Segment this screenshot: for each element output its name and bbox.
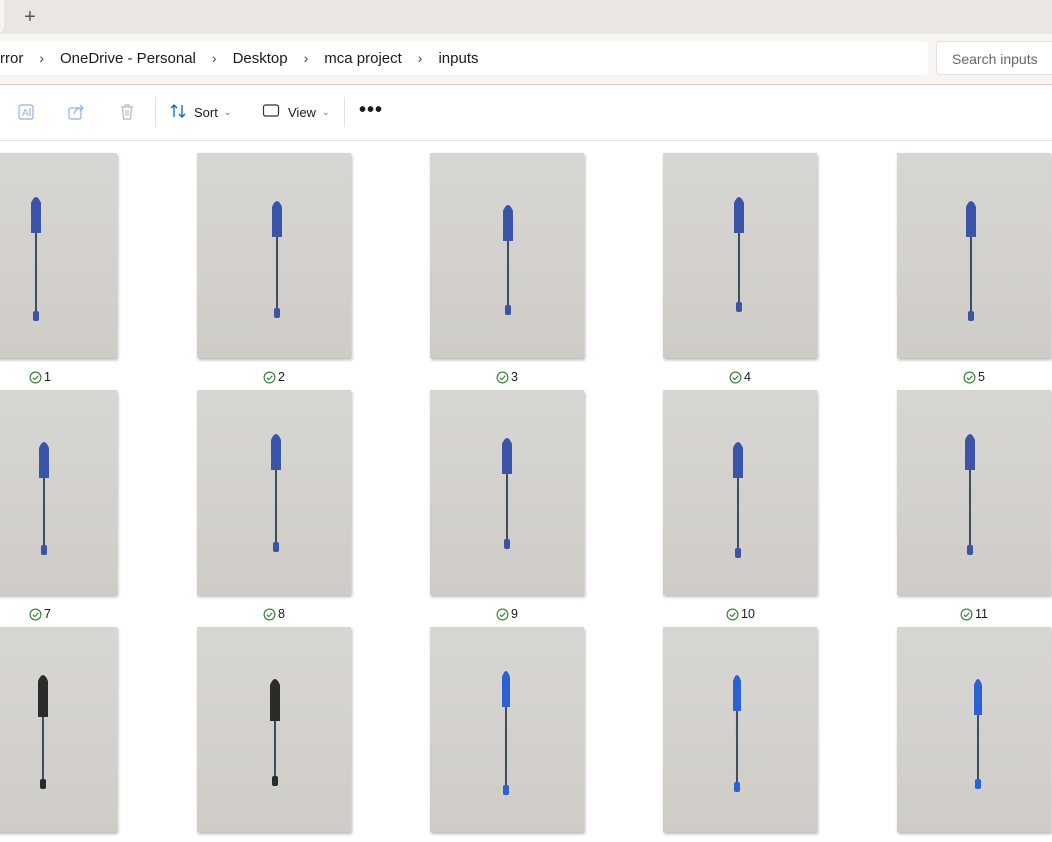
file-thumbnail[interactable] [663,627,817,832]
sync-check-icon [963,371,976,383]
chevron-down-icon: ⌄ [321,106,330,117]
file-name: 8 [278,607,285,621]
pen-photo-image [270,679,280,786]
sync-check-icon [726,608,739,620]
file-name: 2 [278,370,285,384]
file-caption[interactable]: 2 [263,369,285,385]
file-name: 5 [978,370,985,384]
file-thumbnail[interactable] [430,627,584,832]
file-thumbnail[interactable] [197,153,351,358]
file-caption[interactable]: 9 [496,606,518,622]
pen-photo-image [733,675,741,792]
file-thumbnail[interactable] [0,627,117,832]
pen-photo-image [966,201,976,321]
pen-photo-image [38,675,48,789]
pen-photo-image [502,438,512,549]
chevron-right-icon[interactable]: › [408,50,433,66]
pen-photo-image [31,197,41,321]
chevron-right-icon[interactable]: › [29,50,54,66]
chevron-right-icon[interactable]: › [202,50,227,66]
more-options-button[interactable]: ••• [359,97,383,125]
new-tab-button[interactable]: + [18,6,42,30]
file-caption[interactable]: 5 [963,369,985,385]
file-name: 11 [975,607,988,621]
sync-check-icon [29,608,42,620]
file-thumbnail[interactable] [0,153,117,358]
search-placeholder: Search inputs [952,51,1038,67]
file-thumbnail[interactable] [897,390,1051,595]
pen-photo-image [733,442,743,558]
file-name: 1 [44,370,51,384]
sort-label: Sort [194,104,218,120]
view-icon [262,103,280,122]
pen-photo-image [39,442,49,555]
file-caption[interactable]: 1 [29,369,51,385]
file-thumbnail[interactable] [897,627,1051,832]
pen-photo-image [734,197,744,312]
chevron-down-icon: ⌄ [223,106,232,117]
sync-check-icon [263,371,276,383]
pen-photo-image [502,671,510,795]
breadcrumb[interactable]: rror › OneDrive - Personal › Desktop › m… [0,41,928,75]
breadcrumb-item-inputs[interactable]: inputs [432,50,484,67]
view-label: View [288,104,316,120]
sync-check-icon [729,371,742,383]
file-name: 9 [511,607,518,621]
file-caption[interactable]: 7 [29,606,51,622]
file-thumbnail[interactable] [430,153,584,358]
toolbar-divider [155,97,156,127]
sync-check-icon [960,608,973,620]
file-caption[interactable]: 4 [729,369,751,385]
sync-check-icon [263,608,276,620]
view-button[interactable]: View ⌄ [262,99,330,125]
pen-photo-image [974,679,982,789]
file-thumbnail[interactable] [430,390,584,595]
breadcrumb-item-onedrive[interactable]: OneDrive - Personal [54,50,202,67]
file-name: 3 [511,370,518,384]
file-caption[interactable]: 11 [960,606,988,622]
file-name: 4 [744,370,751,384]
file-thumbnail[interactable] [663,390,817,595]
sort-icon [170,103,188,122]
file-caption[interactable]: 10 [726,606,755,622]
breadcrumb-item-desktop[interactable]: Desktop [227,50,294,67]
file-thumbnail[interactable] [197,627,351,832]
command-bar: A Sort ⌄ View ⌄ ••• [0,85,1052,141]
delete-icon[interactable] [117,102,137,122]
breadcrumb-item-parent[interactable]: rror [0,50,29,67]
pen-photo-image [503,205,513,315]
file-caption[interactable]: 3 [496,369,518,385]
rename-icon[interactable]: A [16,102,36,122]
file-grid: 1 2 3 4 5 7 8 9 10 11 [0,141,1052,842]
sync-check-icon [496,608,509,620]
chevron-right-icon[interactable]: › [294,50,319,66]
tab-strip: + [0,0,1052,34]
pen-photo-image [271,434,281,552]
file-name: 10 [741,607,755,621]
active-tab-edge[interactable] [0,0,4,34]
file-thumbnail[interactable] [197,390,351,595]
pen-photo-image [272,201,282,318]
toolbar-divider [344,97,345,127]
svg-text:A: A [22,108,29,119]
sync-check-icon [29,371,42,383]
file-name: 7 [44,607,51,621]
pen-photo-image [965,434,975,555]
sort-button[interactable]: Sort ⌄ [170,99,231,125]
search-input[interactable]: Search inputs [936,41,1052,75]
address-row: rror › OneDrive - Personal › Desktop › m… [0,34,1052,85]
sync-check-icon [496,371,509,383]
file-thumbnail[interactable] [663,153,817,358]
file-thumbnail[interactable] [0,390,117,595]
file-thumbnail[interactable] [897,153,1051,358]
share-icon[interactable] [66,102,86,122]
file-caption[interactable]: 8 [263,606,285,622]
breadcrumb-item-mca-project[interactable]: mca project [318,50,408,67]
